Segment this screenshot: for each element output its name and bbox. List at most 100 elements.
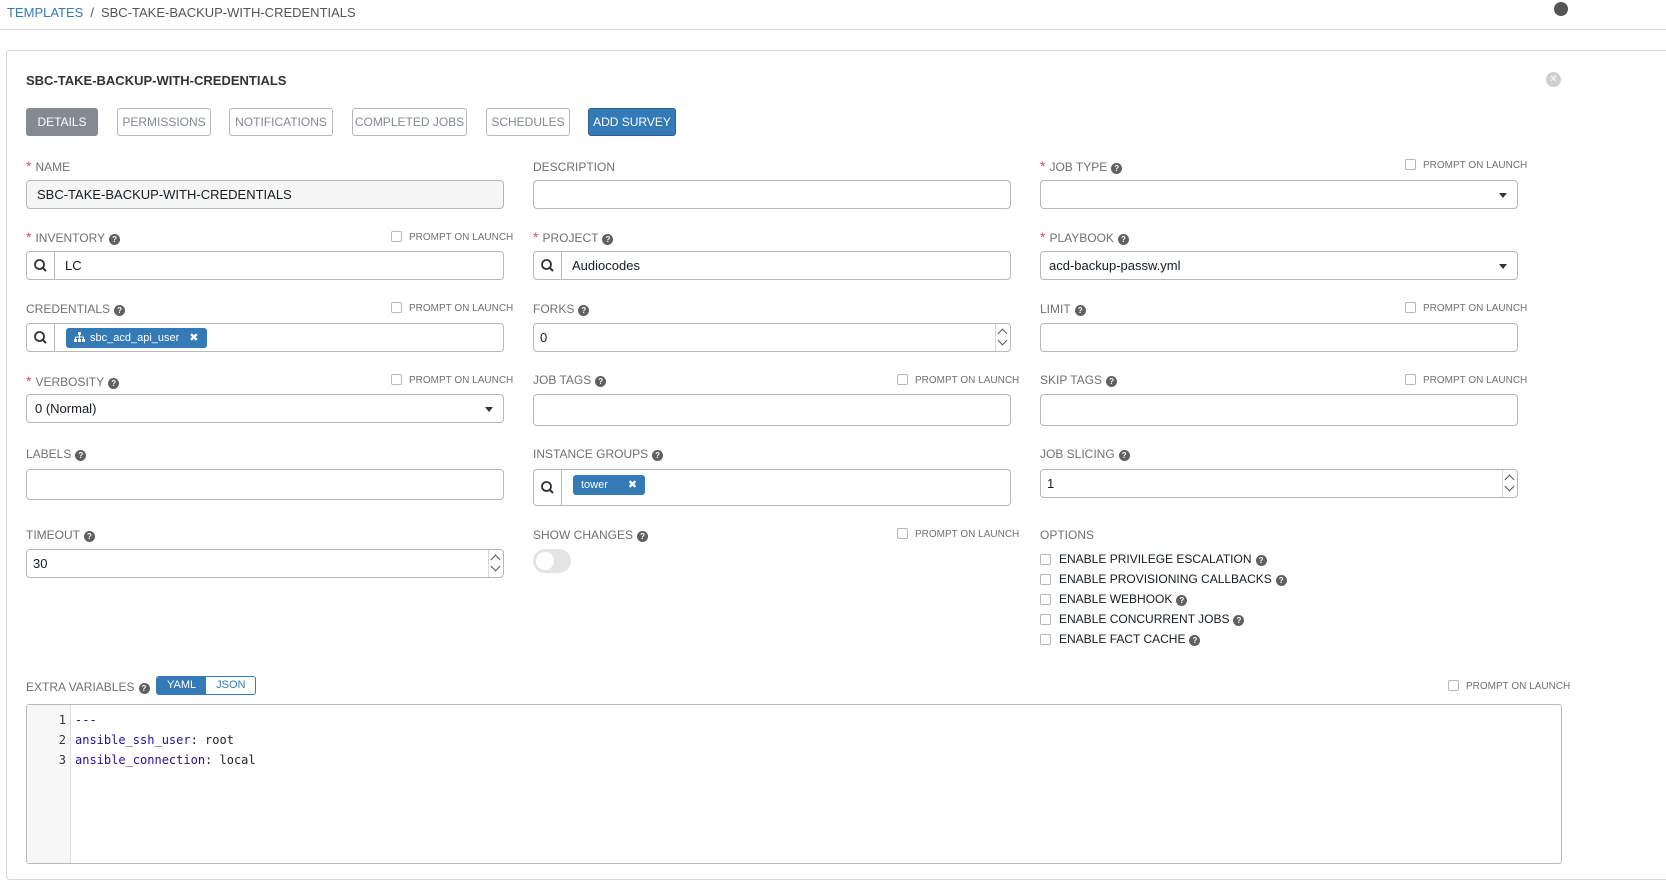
help-icon[interactable]: ? (578, 305, 590, 316)
help-icon[interactable]: ? (637, 531, 649, 542)
help-icon[interactable]: ? (1106, 376, 1118, 387)
json-button[interactable]: JSON (206, 677, 256, 694)
credentials-prompt-on-launch[interactable]: PROMPT ON LAUNCH (391, 302, 513, 314)
help-icon[interactable]: ? (108, 378, 120, 389)
options-label: OPTIONS (1040, 528, 1095, 542)
search-button[interactable] (27, 252, 55, 279)
option-concurrent-jobs[interactable]: ENABLE CONCURRENT JOBS? (1040, 612, 1245, 626)
show-changes-label: SHOW CHANGES? (533, 528, 649, 542)
help-icon[interactable]: ? (1189, 635, 1201, 646)
job-slicing-input[interactable]: 1 (1040, 469, 1518, 498)
option-fact-cache[interactable]: ENABLE FACT CACHE? (1040, 632, 1201, 646)
breadcrumb-templates-link[interactable]: TEMPLATES (7, 5, 83, 20)
checkbox-icon (1040, 634, 1051, 645)
job-tags-prompt-on-launch[interactable]: PROMPT ON LAUNCH (897, 374, 1019, 386)
code-line: --- (75, 713, 97, 727)
checkbox-icon (1040, 594, 1051, 605)
instance-groups-label: INSTANCE GROUPS? (533, 447, 664, 461)
line-number: 2 (58, 733, 66, 747)
help-icon[interactable]: ? (1255, 555, 1267, 566)
option-privilege-escalation[interactable]: ENABLE PRIVILEGE ESCALATION? (1040, 552, 1267, 566)
timeout-input[interactable]: 30 (26, 549, 504, 578)
search-button[interactable] (534, 252, 562, 279)
code-line: ansible_ssh_user: root (75, 733, 234, 747)
verbosity-prompt-on-launch[interactable]: PROMPT ON LAUNCH (391, 374, 513, 386)
help-icon[interactable]: ? (84, 531, 95, 542)
playbook-select[interactable]: acd-backup-passw.yml (1040, 251, 1518, 280)
yaml-button[interactable]: YAML (157, 677, 207, 694)
chevron-down-icon (490, 561, 501, 572)
verbosity-select[interactable]: 0 (Normal) (26, 394, 504, 423)
search-button[interactable] (534, 470, 562, 505)
top-bar: TEMPLATES / SBC-TAKE-BACKUP-WITH-CREDENTIA… (0, 0, 1666, 30)
user-menu-icon[interactable] (1554, 2, 1568, 16)
checkbox-icon (1405, 159, 1416, 170)
help-icon[interactable]: ? (138, 683, 150, 694)
show-changes-toggle[interactable] (533, 549, 571, 573)
close-icon[interactable]: ✕ (1546, 72, 1561, 87)
help-icon[interactable]: ? (1074, 305, 1086, 316)
chevron-down-icon (997, 335, 1008, 346)
credential-chip: sbc_acd_api_user ✖ (66, 328, 207, 348)
help-icon[interactable]: ? (602, 234, 614, 245)
instance-groups-lookup[interactable]: tower ✖ (533, 469, 1011, 506)
job-tags-input[interactable] (533, 394, 1011, 426)
option-provisioning-callbacks[interactable]: ENABLE PROVISIONING CALLBACKS? (1040, 572, 1287, 586)
help-icon[interactable]: ? (75, 450, 87, 461)
job-slicing-label: JOB SLICING? (1040, 447, 1130, 461)
tab-details[interactable]: DETAILS (26, 108, 98, 136)
option-webhook[interactable]: ENABLE WEBHOOK? (1040, 592, 1188, 606)
breadcrumb-separator: / (90, 5, 94, 20)
help-icon[interactable]: ? (114, 305, 126, 316)
number-stepper[interactable] (488, 550, 503, 577)
checkbox-icon (1040, 554, 1051, 565)
remove-icon[interactable]: ✖ (189, 332, 198, 344)
checkbox-icon (1040, 614, 1051, 625)
help-icon[interactable]: ? (1111, 163, 1123, 174)
caret-down-icon (485, 407, 493, 412)
limit-label: LIMIT? (1040, 302, 1086, 316)
job-type-select[interactable] (1040, 180, 1518, 209)
extra-variables-prompt-on-launch[interactable]: PROMPT ON LAUNCH (1448, 680, 1570, 692)
help-icon[interactable]: ? (652, 450, 664, 461)
help-icon[interactable]: ? (595, 376, 607, 387)
help-icon[interactable]: ? (1176, 595, 1188, 606)
number-stepper[interactable] (995, 324, 1010, 351)
help-icon[interactable]: ? (109, 234, 121, 245)
search-icon (541, 259, 554, 272)
credentials-lookup[interactable]: sbc_acd_api_user ✖ (26, 323, 504, 352)
forks-input[interactable]: 0 (533, 323, 1011, 352)
help-icon[interactable]: ? (1275, 575, 1287, 586)
tab-completed-jobs[interactable]: COMPLETED JOBS (352, 108, 467, 136)
help-icon[interactable]: ? (1118, 450, 1130, 461)
limit-input[interactable] (1040, 323, 1518, 352)
job-type-label: * JOB TYPE? (1040, 158, 1123, 174)
tab-permissions[interactable]: PERMISSIONS (117, 108, 211, 136)
job-type-prompt-on-launch[interactable]: PROMPT ON LAUNCH (1405, 159, 1527, 171)
number-stepper[interactable] (1502, 470, 1517, 497)
inventory-lookup[interactable]: LC (26, 251, 504, 280)
search-button[interactable] (27, 324, 55, 351)
inventory-prompt-on-launch[interactable]: PROMPT ON LAUNCH (391, 231, 513, 243)
extra-variables-editor[interactable]: 1 2 3 --- ansible_ssh_user: root ansible… (26, 704, 1562, 864)
tab-schedules[interactable]: SCHEDULES (486, 108, 570, 136)
tab-notifications[interactable]: NOTIFICATIONS (229, 108, 333, 136)
add-survey-button[interactable]: ADD SURVEY (588, 108, 676, 136)
instance-group-chip: tower ✖ (573, 475, 646, 495)
help-icon[interactable]: ? (1233, 615, 1245, 626)
chevron-down-icon (1504, 481, 1515, 492)
credentials-label: CREDENTIALS? (26, 302, 126, 316)
skip-tags-input[interactable] (1040, 394, 1518, 426)
help-icon[interactable]: ? (1117, 234, 1129, 245)
remove-icon[interactable]: ✖ (628, 479, 637, 491)
verbosity-label: * VERBOSITY? (26, 373, 120, 389)
project-lookup[interactable]: Audiocodes (533, 251, 1011, 280)
labels-input[interactable] (26, 469, 504, 500)
yaml-json-toggle[interactable]: YAML JSON (156, 676, 257, 695)
skip-tags-prompt-on-launch[interactable]: PROMPT ON LAUNCH (1405, 374, 1527, 386)
name-input[interactable]: SBC-TAKE-BACKUP-WITH-CREDENTIALS (26, 180, 504, 209)
playbook-label: * PLAYBOOK? (1040, 229, 1129, 245)
description-input[interactable] (533, 180, 1011, 209)
show-changes-prompt-on-launch[interactable]: PROMPT ON LAUNCH (897, 528, 1019, 540)
limit-prompt-on-launch[interactable]: PROMPT ON LAUNCH (1405, 302, 1527, 314)
